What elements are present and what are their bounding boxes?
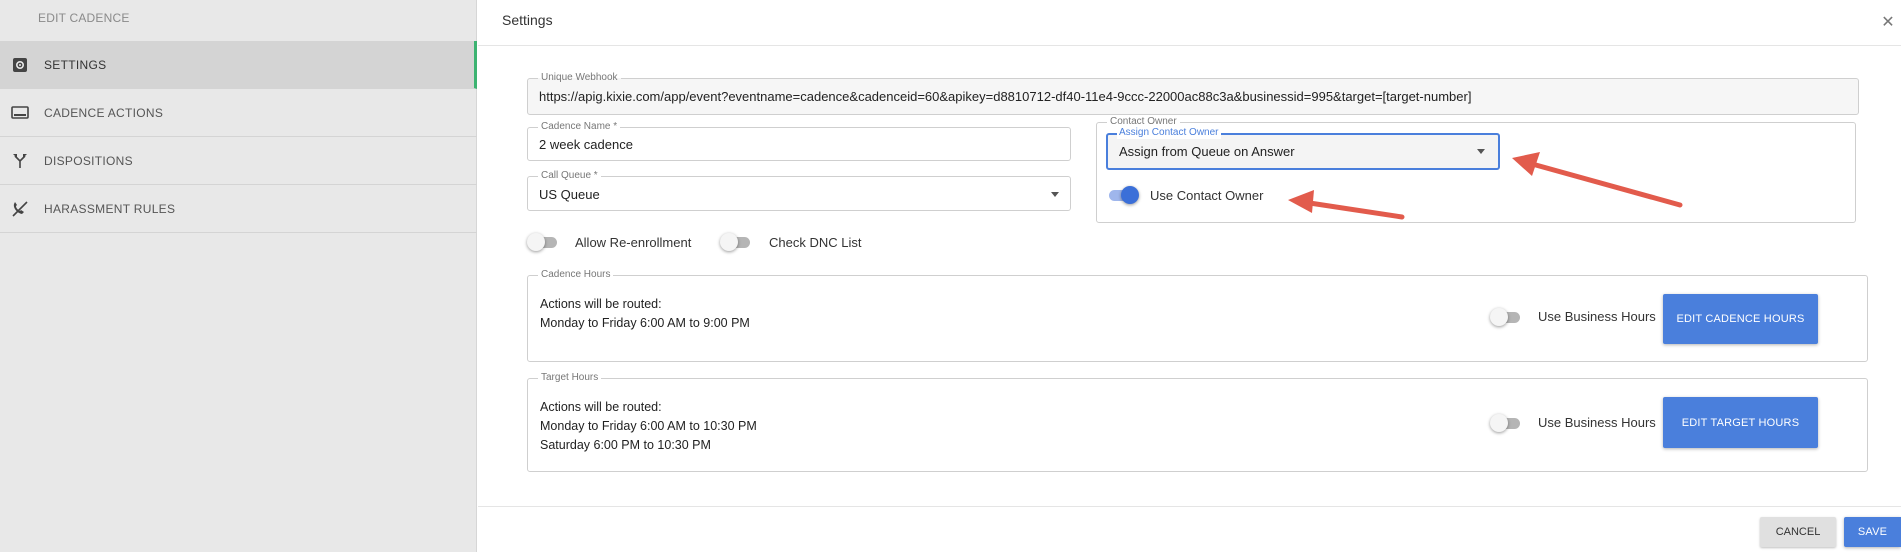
cadence-name-input: 2 week cadence bbox=[539, 137, 633, 152]
sidebar-item-cadence-actions[interactable]: CADENCE ACTIONS bbox=[0, 89, 477, 137]
chevron-down-icon bbox=[1051, 192, 1059, 197]
chevron-down-icon bbox=[1477, 149, 1485, 154]
target-hours-line: Actions will be routed: bbox=[540, 400, 662, 414]
allow-reenrollment-toggle[interactable] bbox=[527, 232, 559, 252]
panel-footer: CANCEL SAVE bbox=[478, 506, 1901, 552]
sidebar-item-label: CADENCE ACTIONS bbox=[44, 105, 164, 120]
monitor-icon bbox=[11, 104, 29, 122]
target-hours-summary: Actions will be routed: Monday to Friday… bbox=[540, 398, 757, 455]
assign-contact-owner-select[interactable]: Assign Contact Owner Assign from Queue o… bbox=[1106, 127, 1500, 170]
cadence-name-label: Cadence Name * bbox=[538, 121, 621, 133]
check-dnc-toggle[interactable] bbox=[720, 232, 752, 252]
edit-target-hours-button[interactable]: EDIT TARGET HOURS bbox=[1663, 397, 1818, 448]
assign-contact-owner-label: Assign Contact Owner bbox=[1117, 127, 1221, 139]
check-dnc-label: Check DNC List bbox=[769, 235, 862, 250]
save-button[interactable]: SAVE bbox=[1844, 517, 1901, 547]
no-calls-icon bbox=[11, 200, 29, 218]
target-use-business-hours-label: Use Business Hours bbox=[1538, 415, 1656, 430]
cadence-use-business-hours-toggle[interactable] bbox=[1490, 307, 1522, 327]
page-title: Settings bbox=[502, 12, 553, 28]
panel-header: Settings ✕ bbox=[478, 0, 1901, 46]
sidebar-item-harassment-rules[interactable]: HARASSMENT RULES bbox=[0, 185, 477, 233]
target-hours-label: Target Hours bbox=[538, 372, 602, 384]
cadence-name-field[interactable]: Cadence Name * 2 week cadence bbox=[527, 121, 1071, 161]
sidebar-item-settings[interactable]: SETTINGS bbox=[0, 41, 477, 89]
use-contact-owner-toggle[interactable] bbox=[1107, 185, 1139, 205]
webhook-value: https://apig.kixie.com/app/event?eventna… bbox=[539, 89, 1472, 104]
close-icon[interactable]: ✕ bbox=[1879, 14, 1897, 32]
call-queue-label: Call Queue * bbox=[538, 170, 601, 182]
gear-icon bbox=[11, 56, 29, 74]
call-queue-value: US Queue bbox=[539, 187, 600, 202]
cadence-hours-line: Monday to Friday 6:00 AM to 9:00 PM bbox=[540, 316, 750, 330]
sidebar-item-label: HARASSMENT RULES bbox=[44, 201, 176, 216]
cadence-use-business-hours-label: Use Business Hours bbox=[1538, 309, 1656, 324]
cadence-hours-line: Actions will be routed: bbox=[540, 297, 662, 311]
edit-cadence-hours-button[interactable]: EDIT CADENCE HOURS bbox=[1663, 294, 1818, 344]
sidebar-item-dispositions[interactable]: DISPOSITIONS bbox=[0, 137, 477, 185]
webhook-label: Unique Webhook bbox=[538, 72, 621, 84]
sidebar-item-label: SETTINGS bbox=[44, 57, 107, 72]
target-use-business-hours-toggle[interactable] bbox=[1490, 413, 1522, 433]
webhook-field[interactable]: Unique Webhook https://apig.kixie.com/ap… bbox=[527, 72, 1859, 115]
cadence-hours-summary: Actions will be routed: Monday to Friday… bbox=[540, 295, 750, 333]
assign-contact-owner-value: Assign from Queue on Answer bbox=[1119, 144, 1295, 159]
split-arrows-icon bbox=[11, 152, 29, 170]
sidebar-title: EDIT CADENCE bbox=[38, 11, 130, 25]
settings-panel: Settings ✕ Unique Webhook https://apig.k… bbox=[478, 0, 1901, 552]
contact-owner-group: Contact Owner Assign Contact Owner Assig… bbox=[1096, 116, 1856, 223]
cancel-button[interactable]: CANCEL bbox=[1760, 517, 1836, 547]
target-hours-line: Monday to Friday 6:00 AM to 10:30 PM bbox=[540, 419, 757, 433]
allow-reenrollment-label: Allow Re-enrollment bbox=[575, 235, 692, 250]
target-hours-line: Saturday 6:00 PM to 10:30 PM bbox=[540, 438, 711, 452]
cadence-hours-label: Cadence Hours bbox=[538, 269, 614, 281]
sidebar-item-label: DISPOSITIONS bbox=[44, 153, 133, 168]
sidebar: EDIT CADENCE SETTINGS CADENCE ACTIONS DI… bbox=[0, 0, 477, 552]
cadence-hours-group: Cadence Hours Actions will be routed: Mo… bbox=[527, 269, 1868, 362]
call-queue-select[interactable]: Call Queue * US Queue bbox=[527, 170, 1071, 211]
target-hours-group: Target Hours Actions will be routed: Mon… bbox=[527, 372, 1868, 472]
use-contact-owner-label: Use Contact Owner bbox=[1150, 188, 1264, 203]
